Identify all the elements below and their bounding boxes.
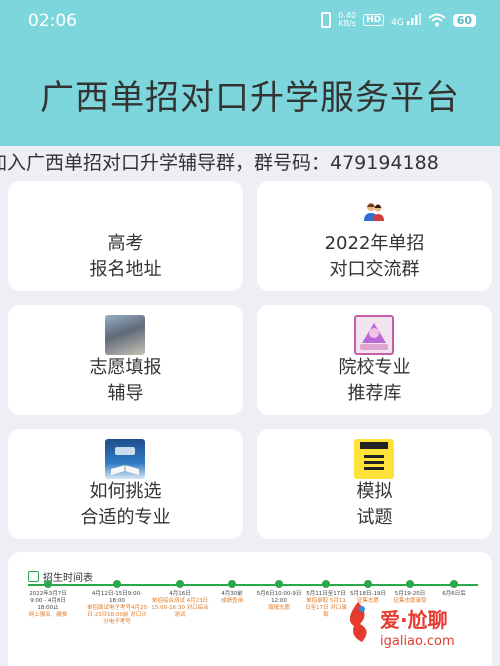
battery-icon: 60 [452, 13, 476, 27]
card-label-line2: 试题 [356, 507, 393, 528]
timeline-step: 2022年3月7日9:00 - 4月8日18:00止 网上报名、缴费 [24, 580, 72, 619]
card-label-line1: 如何挑选 [89, 481, 162, 502]
card-label-line1: 院校专业 [338, 357, 411, 378]
exam-prep-icon [354, 439, 394, 479]
card-major-library[interactable]: 院校专业 推荐库 [257, 305, 492, 415]
hd-icon: HD [363, 14, 385, 26]
status-icons: 0.40 KB/s HD 4G 60 [321, 12, 476, 28]
status-time: 02:06 [28, 11, 77, 31]
choose-book-icon [105, 439, 145, 479]
signal-icon: 4G [391, 12, 421, 28]
marquee-banner: 加入广西单招对口升学辅导群，群号码：479194188 [0, 146, 500, 176]
card-mock-exam[interactable]: 模拟 试题 [257, 429, 492, 539]
people-icon [364, 203, 384, 221]
timeline-step: 5月6日10:00-9日12:00 填报志愿 [256, 580, 302, 612]
card-label-line2: 报名地址 [89, 259, 162, 280]
card-label-line1: 高考 [107, 233, 144, 254]
major-intro-icon [354, 315, 394, 355]
card-label-line1: 模拟 [356, 481, 393, 502]
net-speed: 0.40 KB/s [338, 11, 357, 28]
card-label-line1: 2022年单招 [324, 233, 425, 254]
watermark: 爱·尬聊 igaliao.com [340, 594, 495, 660]
card-label-line2: 辅导 [107, 383, 144, 404]
card-choose-major[interactable]: 如何挑选 合适的专业 [8, 429, 243, 539]
card-label-line2: 推荐库 [347, 383, 402, 404]
timeline-step: 4月16日 单招综合测试 4月23日15:00-16:30 对口综合测试 [151, 580, 209, 619]
card-volunteer-guidance[interactable]: 志愿填报 辅导 [8, 305, 243, 415]
page-header: 广西单招对口升学服务平台 [0, 42, 500, 146]
wifi-icon [428, 13, 446, 27]
vibrate-icon [321, 12, 332, 28]
watermark-logo-icon [349, 602, 367, 642]
card-label-line2: 合适的专业 [80, 507, 171, 528]
classroom-photo-icon [105, 315, 145, 355]
page-title: 广西单招对口升学服务平台 [40, 77, 460, 118]
watermark-title: 爱·尬聊 [380, 608, 448, 632]
card-exchange-group[interactable]: 2022年单招 对口交流群 [257, 181, 492, 291]
card-label-line2: 对口交流群 [329, 259, 420, 280]
marquee-text: 加入广西单招对口升学辅导群，群号码：479194188 [0, 152, 439, 174]
card-label-line1: 志愿填报 [89, 357, 162, 378]
status-bar: 02:06 0.40 KB/s HD 4G 60 [0, 0, 500, 42]
timeline-step: 4月12日-15日9:00-18:00 单招面试电子考号4月20日-23日16:… [86, 580, 148, 626]
timeline-step: 4月30前 成绩查询 [211, 580, 253, 605]
card-exam-registration[interactable]: 高考 报名地址 [8, 181, 243, 291]
watermark-url: igaliao.com [380, 634, 455, 649]
